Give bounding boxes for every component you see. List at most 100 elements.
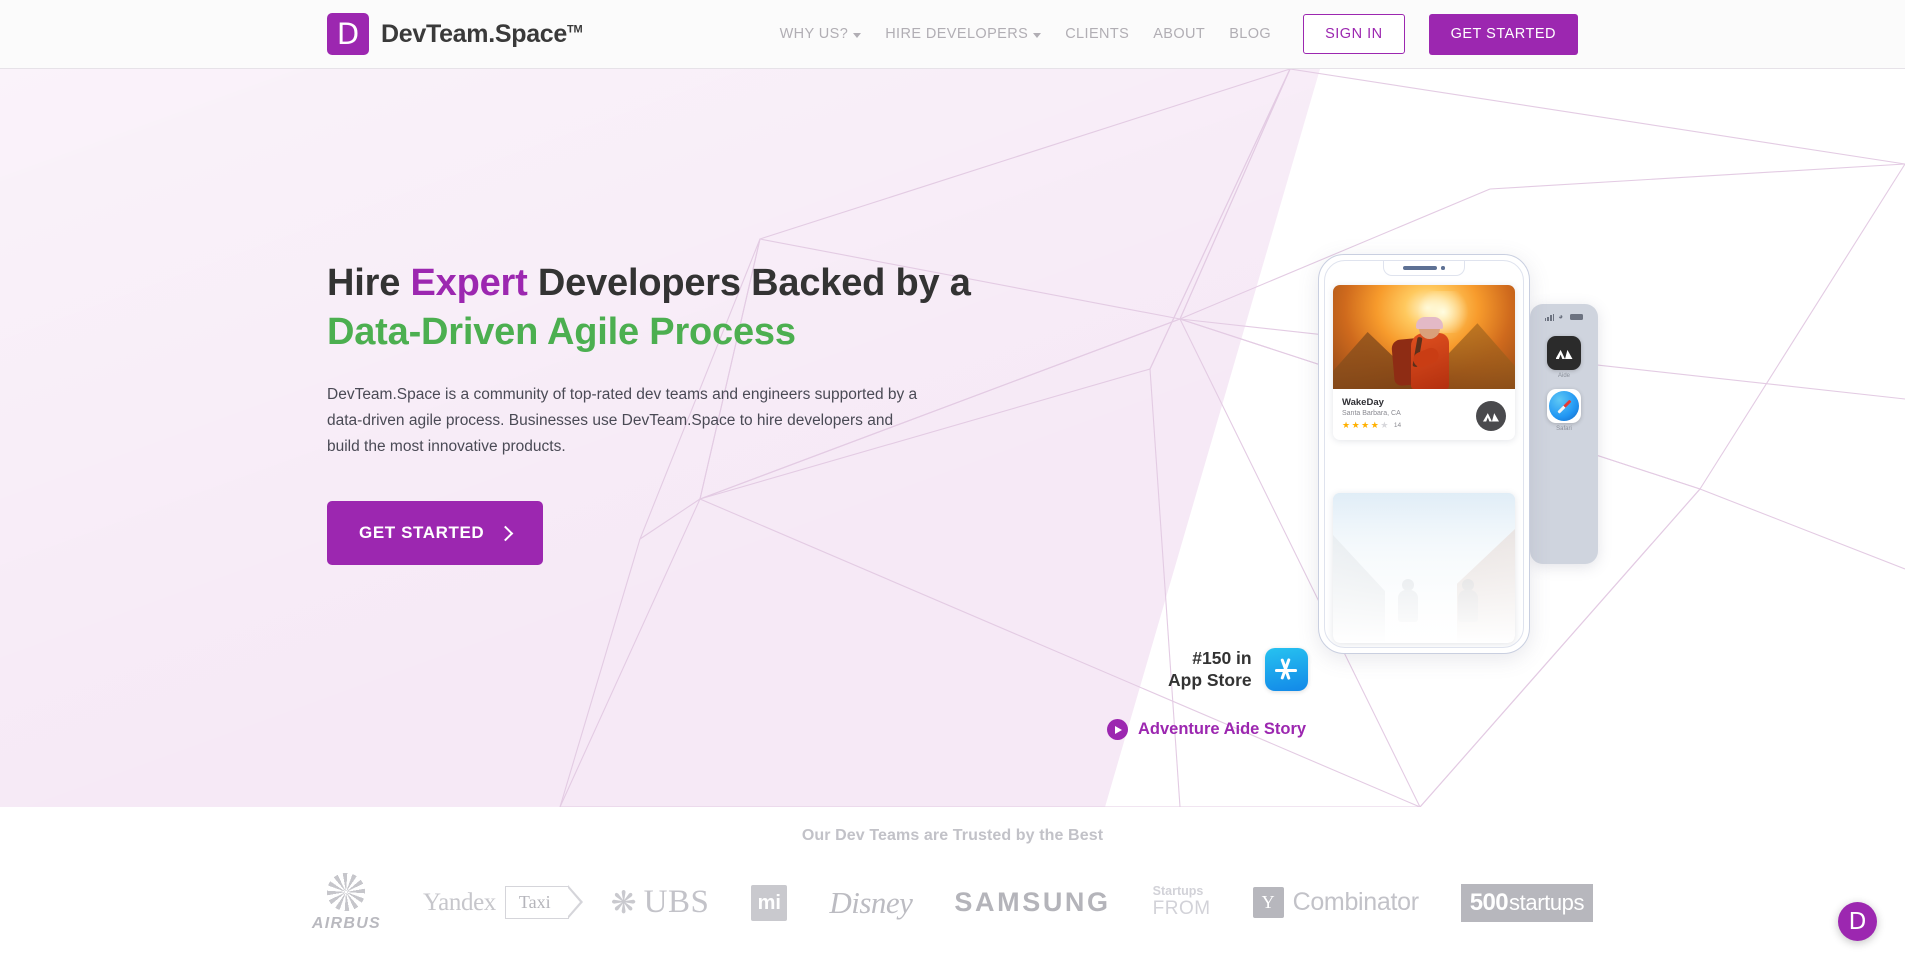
hero-cta-label: GET STARTED — [359, 523, 485, 543]
client-logo-label-secondary: Taxi — [504, 885, 583, 920]
hero-section: Hire Expert Developers Backed by a Data-… — [0, 69, 1905, 807]
client-logo-label-secondary: Combinator — [1292, 888, 1420, 916]
main-navigation: WHY US? HIRE DEVELOPERS CLIENTS ABOUT BL… — [780, 13, 1905, 55]
xiaomi-mark-icon: mi — [751, 884, 788, 921]
trusted-by-section: Our Dev Teams are Trusted by the Best AI… — [0, 807, 1905, 969]
phone-mockup-group: ◕ Aide Safari WakeDay Santa Barbara, CA … — [1318, 254, 1658, 724]
client-logo-y-combinator: Y Combinator — [1252, 887, 1420, 918]
sign-in-button[interactable]: SIGN IN — [1303, 14, 1405, 54]
app-store-callout: #150 in App Store — [1168, 647, 1308, 692]
client-logo-label: SAMSUNG — [954, 887, 1111, 917]
app-label: Safari — [1556, 426, 1572, 432]
video-story-link[interactable]: Adventure Aide Story — [1107, 719, 1306, 740]
phone-status-bar: ◕ — [1530, 308, 1598, 326]
hiker-cap-shape — [1416, 317, 1443, 329]
star-icon: ★ — [1351, 420, 1360, 430]
client-logo-label: UBS — [643, 884, 710, 920]
client-logo-xiaomi: mi — [751, 884, 788, 921]
front-camera-icon — [1441, 266, 1445, 270]
client-logo-label: Y — [1261, 892, 1275, 912]
client-logo-label: 500 — [1469, 888, 1509, 916]
client-logo-500-startups: 500 startups — [1460, 883, 1594, 922]
speaker-grille-icon — [1403, 266, 1438, 270]
card-photo-hiker — [1333, 285, 1515, 389]
arrow-shape — [567, 885, 583, 920]
client-logo-row: AIRBUS Yandex Taxi ❋ UBS mi Disney SAMSU… — [0, 872, 1905, 933]
nav-item-about[interactable]: ABOUT — [1153, 26, 1205, 42]
app-icon-aide[interactable]: Aide — [1530, 336, 1598, 379]
rank-line-1: #150 in — [1192, 648, 1252, 668]
client-logo-label: Yandex — [423, 888, 496, 916]
compass-needle — [1557, 399, 1571, 413]
star-icon: ★ — [1342, 420, 1351, 430]
headline-part-2: Developers Backed by a — [527, 262, 971, 304]
battery-icon — [1570, 314, 1584, 320]
compass-icon — [1549, 391, 1579, 421]
app-listing-card[interactable]: WakeDay Santa Barbara, CA ★ ★ ★ ★ ★ 14 — [1333, 285, 1515, 440]
secondary-phone-mockup: ◕ Aide Safari — [1530, 304, 1598, 564]
mountain-icon — [1483, 413, 1499, 422]
chat-widget-button[interactable]: D — [1838, 902, 1877, 941]
signal-icon — [1544, 313, 1555, 321]
star-icon: ★ — [1361, 420, 1370, 430]
logo[interactable]: D DevTeam.SpaceTM — [327, 13, 583, 55]
star-icon-empty: ★ — [1380, 420, 1389, 430]
app-store-icon[interactable] — [1264, 647, 1308, 691]
chevron-down-icon — [853, 32, 862, 38]
site-header: D DevTeam.SpaceTM WHY US? HIRE DEVELOPER… — [0, 0, 1905, 69]
client-logo-yandex-taxi: Yandex Taxi — [423, 885, 583, 920]
hiker-illustration — [1391, 305, 1457, 389]
secondary-photo-card[interactable] — [1333, 493, 1515, 643]
nav-item-hire-developers[interactable]: HIRE DEVELOPERS — [885, 26, 1042, 42]
play-icon — [1107, 719, 1128, 740]
hero-content: Hire Expert Developers Backed by a Data-… — [327, 259, 1027, 566]
trademark-symbol: TM — [567, 23, 583, 36]
video-link-label: Adventure Aide Story — [1138, 720, 1307, 738]
airbus-swirl-icon — [323, 872, 370, 912]
app-label: Aide — [1557, 373, 1570, 379]
nav-item-clients[interactable]: CLIENTS — [1065, 26, 1129, 42]
hero-paragraph: DevTeam.Space is a community of top-rate… — [327, 386, 918, 456]
get-started-nav-button[interactable]: GET STARTED — [1428, 13, 1578, 55]
500-startups-mark: 500 startups — [1460, 883, 1594, 922]
headline-part-1: Hire — [327, 262, 411, 304]
app-store-rank-text: #150 in App Store — [1168, 647, 1252, 692]
client-logo-label: mi — [757, 891, 781, 914]
hero-get-started-button[interactable]: GET STARTED — [327, 501, 544, 566]
logo-wordmark: DevTeam.Space — [381, 19, 568, 48]
app-store-glyph — [1274, 657, 1298, 681]
mountain-icon — [1555, 349, 1573, 359]
client-logo-label-secondary: startups — [1509, 889, 1585, 915]
trusted-title: Our Dev Teams are Trusted by the Best — [801, 827, 1104, 844]
phone-notch — [1383, 261, 1465, 276]
headline-highlight-expert: Expert — [410, 262, 528, 304]
phone-screen: WakeDay Santa Barbara, CA ★ ★ ★ ★ ★ 14 — [1324, 260, 1524, 648]
nav-label: WHY US? — [779, 26, 849, 42]
primary-phone-mockup: WakeDay Santa Barbara, CA ★ ★ ★ ★ ★ 14 — [1318, 254, 1530, 654]
brand-badge — [1476, 401, 1506, 431]
aide-app-icon — [1547, 336, 1581, 370]
logo-mark-icon: D — [327, 13, 369, 55]
nav-item-why-us[interactable]: WHY US? — [780, 26, 862, 42]
page-title: Hire Expert Developers Backed by a Data-… — [327, 259, 1027, 356]
headline-highlight-data-driven: Data-Driven Agile Process — [327, 310, 796, 353]
wifi-icon: ◕ — [1558, 312, 1564, 321]
nav-label: HIRE DEVELOPERS — [885, 26, 1029, 42]
client-logo-startups-from: Startups FROM — [1153, 884, 1211, 920]
fade-overlay — [1333, 493, 1515, 643]
chevron-right-icon — [498, 525, 514, 542]
safari-app-icon — [1547, 389, 1581, 423]
y-combinator-mark-icon: Y — [1252, 887, 1284, 918]
chevron-down-icon — [1033, 32, 1042, 38]
rank-line-2: App Store — [1168, 670, 1252, 691]
client-logo-label: Disney — [829, 884, 913, 920]
review-count: 14 — [1393, 422, 1402, 429]
client-logo-airbus: AIRBUS — [312, 872, 381, 933]
client-logo-disney: Disney — [829, 884, 913, 921]
logo-text: DevTeam.SpaceTM — [381, 19, 583, 49]
app-icon-safari[interactable]: Safari — [1530, 389, 1598, 432]
client-logo-samsung: SAMSUNG — [954, 887, 1110, 918]
ubs-keys-icon: ❋ — [610, 885, 637, 920]
nav-item-blog[interactable]: BLOG — [1229, 26, 1271, 42]
star-icon: ★ — [1370, 420, 1379, 430]
